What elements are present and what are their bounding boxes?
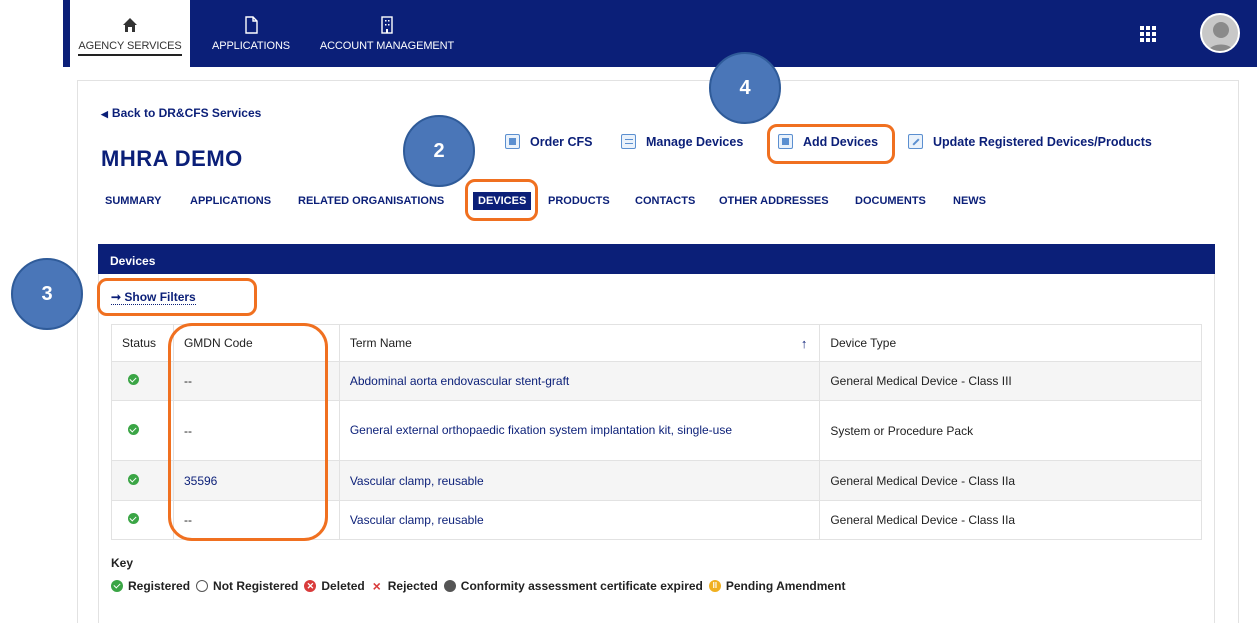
status-cell — [111, 460, 174, 501]
column-header-term-name[interactable]: Term Name ↑ — [338, 324, 821, 362]
registered-icon — [111, 580, 123, 592]
gmdn-code-cell: -- — [172, 500, 340, 540]
callout-step-4: 4 — [709, 52, 781, 124]
rejected-icon: × — [372, 578, 381, 594]
nav-tab-label: AGENCY SERVICES — [78, 40, 182, 56]
add-devices-action[interactable]: Add Devices — [778, 134, 878, 149]
subnav-applications[interactable]: APPLICATIONS — [190, 195, 271, 207]
show-filters-toggle[interactable]: ➞ Show Filters — [111, 290, 196, 305]
device-type-cell: System or Procedure Pack — [819, 400, 1202, 461]
gmdn-code-cell: -- — [172, 361, 340, 401]
key-item-rejected: × Rejected — [371, 579, 438, 593]
sort-ascending-icon[interactable]: ↑ — [801, 336, 808, 351]
callout-step-3: 3 — [11, 258, 83, 330]
arrow-right-icon: ➞ — [111, 290, 125, 304]
gmdn-code-cell: -- — [172, 400, 340, 461]
subnav-summary[interactable]: SUMMARY — [105, 195, 161, 207]
key-item-expired: Conformity assessment certificate expire… — [443, 579, 703, 593]
registered-status-icon — [128, 374, 139, 385]
table-row: -- Abdominal aorta endovascular stent-gr… — [111, 361, 1202, 401]
order-cfs-label: Order CFS — [530, 134, 593, 149]
back-link-label: Back to DR&CFS Services — [111, 106, 262, 120]
back-arrow-icon: ◀ — [101, 109, 108, 119]
term-name-link[interactable]: Vascular clamp, reusable — [338, 500, 821, 540]
not-registered-icon — [196, 580, 209, 592]
update-registered-action[interactable]: Update Registered Devices/Products — [908, 134, 1152, 149]
user-avatar[interactable] — [1200, 13, 1240, 53]
nav-tab-account-management[interactable]: ACCOUNT MANAGEMENT — [312, 0, 462, 67]
show-filters-label: Show Filters — [124, 290, 196, 304]
key-item-registered: Registered — [111, 579, 190, 593]
device-type-cell: General Medical Device - Class IIa — [819, 460, 1202, 501]
key-item-deleted: ✕ Deleted — [304, 579, 365, 593]
callout-step-2: 2 — [403, 115, 475, 187]
table-row: -- General external orthopaedic fixation… — [111, 400, 1202, 461]
add-devices-label: Add Devices — [803, 134, 879, 149]
subnav-contacts[interactable]: CONTACTS — [635, 195, 695, 207]
column-header-gmdn-code[interactable]: GMDN Code — [172, 324, 340, 362]
order-icon — [505, 134, 520, 149]
pencil-icon — [908, 134, 923, 149]
manage-devices-action[interactable]: Manage Devices — [621, 134, 743, 149]
status-cell — [111, 500, 174, 540]
column-header-device-type[interactable]: Device Type — [819, 324, 1202, 362]
expired-icon — [443, 580, 456, 592]
nav-tab-label: ACCOUNT MANAGEMENT — [319, 40, 455, 52]
table-row: 35596 Vascular clamp, reusable General M… — [111, 460, 1202, 501]
key-label: Rejected — [387, 579, 438, 593]
add-icon — [778, 134, 793, 149]
nav-tab-label: APPLICATIONS — [211, 40, 291, 52]
home-icon — [123, 18, 137, 32]
pending-icon: ll — [708, 580, 721, 592]
status-key: Registered Not Registered ✕ Deleted × Reje… — [111, 579, 851, 593]
key-item-pending: ll Pending Amendment — [708, 579, 846, 593]
key-item-not-registered: Not Registered — [196, 579, 298, 593]
registered-status-icon — [128, 513, 139, 524]
key-label: Conformity assessment certificate expire… — [460, 579, 703, 593]
nav-tab-applications[interactable]: APPLICATIONS — [200, 0, 302, 67]
document-icon — [245, 16, 258, 34]
term-name-link[interactable]: General external orthopaedic fixation sy… — [338, 400, 821, 461]
term-name-link[interactable]: Vascular clamp, reusable — [338, 460, 821, 501]
device-type-cell: General Medical Device - Class III — [819, 361, 1202, 401]
device-type-cell: General Medical Device - Class IIa — [819, 500, 1202, 540]
building-icon — [381, 16, 393, 34]
table-header-row: Status GMDN Code Term Name ↑ Device Type — [111, 324, 1202, 362]
list-icon — [621, 134, 636, 149]
term-name-header-label: Term Name — [349, 335, 412, 350]
subnav-related-organisations[interactable]: RELATED ORGANISATIONS — [298, 195, 444, 207]
subnav-devices[interactable]: DEVICES — [473, 192, 532, 210]
column-header-status[interactable]: Status — [111, 324, 174, 362]
devices-table: Status GMDN Code Term Name ↑ Device Type … — [111, 324, 1202, 540]
key-label: Pending Amendment — [725, 579, 846, 593]
table-row: -- Vascular clamp, reusable General Medi… — [111, 500, 1202, 540]
devices-section-header: Devices — [98, 244, 1215, 274]
back-link[interactable]: ◀ Back to DR&CFS Services — [101, 106, 261, 120]
status-cell — [111, 361, 174, 401]
deleted-icon: ✕ — [304, 580, 317, 592]
key-label: Deleted — [321, 579, 365, 593]
gmdn-code-link[interactable]: 35596 — [172, 460, 340, 501]
registered-status-icon — [128, 473, 139, 485]
nav-tab-agency-services[interactable]: AGENCY SERVICES — [70, 0, 190, 67]
page-title: MHRA DEMO — [101, 146, 243, 171]
subnav-other-addresses[interactable]: OTHER ADDRESSES — [719, 195, 829, 207]
manage-devices-label: Manage Devices — [646, 134, 744, 149]
key-label: Not Registered — [213, 579, 299, 593]
key-label: Registered — [128, 579, 191, 593]
term-name-link[interactable]: Abdominal aorta endovascular stent-graft — [338, 361, 821, 401]
app-grid-icon[interactable] — [1140, 26, 1156, 42]
key-title: Key — [111, 556, 134, 570]
update-registered-label: Update Registered Devices/Products — [933, 134, 1152, 149]
subnav-products[interactable]: PRODUCTS — [548, 195, 610, 207]
registered-status-icon — [128, 423, 139, 435]
subnav-documents[interactable]: DOCUMENTS — [855, 195, 926, 207]
order-cfs-action[interactable]: Order CFS — [505, 134, 593, 149]
status-cell — [111, 400, 174, 461]
subnav-news[interactable]: NEWS — [953, 195, 986, 207]
